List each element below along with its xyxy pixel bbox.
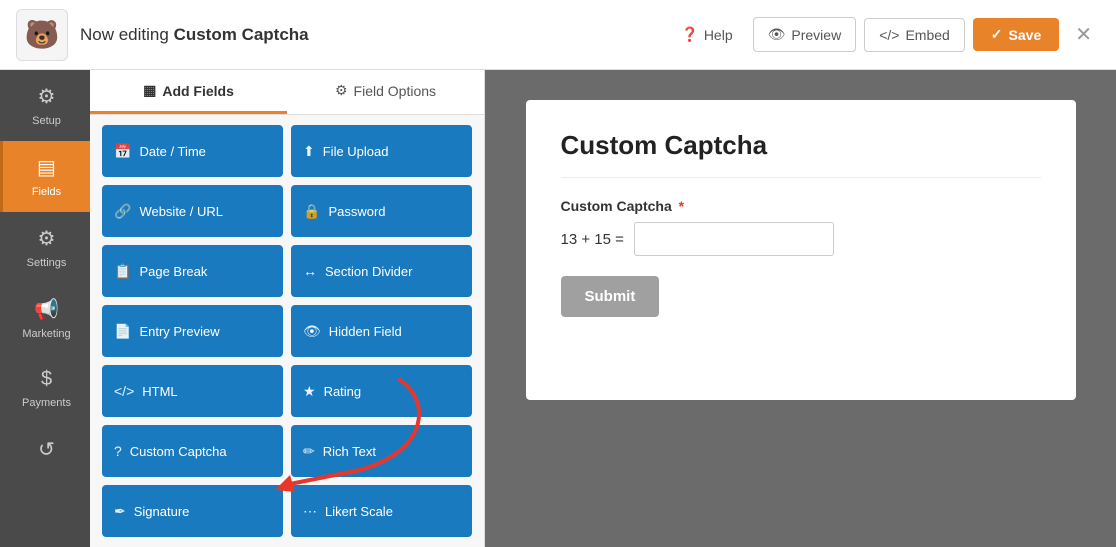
tab-add-fields[interactable]: ▦ Add Fields [90, 70, 287, 114]
field-button-date-time[interactable]: 📅 Date / Time [102, 125, 283, 177]
signature-icon: ✒ [114, 503, 126, 520]
field-button-html[interactable]: </> HTML [102, 365, 283, 417]
header-left: 🐻 Now editing Custom Captcha [16, 9, 309, 61]
preview-button[interactable]: 👁 Preview [753, 17, 857, 52]
sidebar-item-label: Payments [22, 397, 71, 409]
captcha-row: 13 + 15 = [561, 222, 1041, 256]
field-button-website-url[interactable]: 🔗 Website / URL [102, 185, 283, 237]
field-button-rating[interactable]: ★ Rating [291, 365, 472, 417]
close-icon: ✕ [1075, 24, 1092, 46]
captcha-icon: ? [114, 443, 122, 459]
sidebar-item-marketing[interactable]: 📢 Marketing [0, 283, 90, 354]
sidebar-item-settings[interactable]: ⚙ Settings [0, 212, 90, 283]
link-icon: 🔗 [114, 203, 131, 220]
page-break-icon: 📋 [114, 263, 131, 280]
sidebar-item-label: Settings [27, 257, 67, 269]
eye-hidden-icon: 👁 [303, 323, 321, 340]
code-icon: </> [879, 27, 899, 43]
sliders-icon: ⚙ [335, 82, 348, 99]
star-icon: ★ [303, 383, 316, 400]
payments-icon: $ [41, 368, 52, 391]
sidebar-item-label: Setup [32, 115, 61, 127]
preview-area: Custom Captcha Custom Captcha * 13 + 15 … [485, 70, 1116, 547]
sidebar-item-label: Marketing [22, 328, 70, 340]
field-button-section-divider[interactable]: ↔ Section Divider [291, 245, 472, 297]
field-button-rich-text[interactable]: ✏ Rich Text [291, 425, 472, 477]
field-button-file-upload[interactable]: ⬆ File Upload [291, 125, 472, 177]
help-button[interactable]: ❓ Help [669, 18, 744, 51]
grid-icon: ▦ [143, 82, 156, 99]
upload-icon: ⬆ [303, 143, 315, 160]
lock-icon: 🔒 [303, 203, 320, 220]
html-icon: </> [114, 383, 134, 399]
header-right: ❓ Help 👁 Preview </> Embed ✓ Save ✕ [669, 14, 1100, 55]
sidebar-nav: ⚙ Setup ▤ Fields ⚙ Settings 📢 Marketing … [0, 70, 90, 547]
eye-icon: 👁 [768, 26, 786, 43]
tab-field-options[interactable]: ⚙ Field Options [287, 70, 484, 114]
fields-panel: ▦ Add Fields ⚙ Field Options 📅 Date / Ti… [90, 70, 485, 547]
field-label: Custom Captcha * [561, 198, 1041, 214]
form-field-captcha: Custom Captcha * 13 + 15 = [561, 198, 1041, 256]
main-content: ⚙ Setup ▤ Fields ⚙ Settings 📢 Marketing … [0, 70, 1116, 547]
captcha-input[interactable] [634, 222, 834, 256]
save-button[interactable]: ✓ Save [973, 18, 1059, 51]
setup-icon: ⚙ [38, 84, 56, 109]
likert-icon: ⋯ [303, 503, 317, 520]
sidebar-item-fields[interactable]: ▤ Fields [0, 141, 90, 212]
header-title: Now editing Custom Captcha [80, 25, 309, 45]
document-icon: 📄 [114, 323, 131, 340]
history-icon: ↺ [38, 437, 55, 462]
submit-button[interactable]: Submit [561, 276, 660, 317]
captcha-equation: 13 + 15 = [561, 231, 624, 248]
logo: 🐻 [16, 9, 68, 61]
form-card: Custom Captcha Custom Captcha * 13 + 15 … [526, 100, 1076, 400]
sidebar-item-label: Fields [32, 186, 61, 198]
fields-grid: 📅 Date / Time ⬆ File Upload 🔗 Website / … [90, 115, 484, 547]
field-button-page-break[interactable]: 📋 Page Break [102, 245, 283, 297]
sidebar-item-payments[interactable]: $ Payments [0, 354, 90, 423]
embed-button[interactable]: </> Embed [864, 18, 965, 52]
field-button-custom-captcha[interactable]: ? Custom Captcha [102, 425, 283, 477]
calendar-icon: 📅 [114, 143, 131, 160]
fields-icon: ▤ [37, 155, 56, 180]
marketing-icon: 📢 [34, 297, 59, 322]
field-button-signature[interactable]: ✒ Signature [102, 485, 283, 537]
divider-icon: ↔ [303, 263, 317, 279]
question-icon: ❓ [681, 26, 698, 43]
field-button-hidden-field[interactable]: 👁 Hidden Field [291, 305, 472, 357]
field-button-likert-scale[interactable]: ⋯ Likert Scale [291, 485, 472, 537]
edit-icon: ✏ [303, 443, 315, 460]
field-button-entry-preview[interactable]: 📄 Entry Preview [102, 305, 283, 357]
close-button[interactable]: ✕ [1067, 14, 1100, 55]
panel-tabs: ▦ Add Fields ⚙ Field Options [90, 70, 484, 115]
settings-icon: ⚙ [38, 226, 56, 251]
submit-section: Submit [561, 276, 1041, 317]
form-title: Custom Captcha [561, 130, 1041, 178]
sidebar-item-setup[interactable]: ⚙ Setup [0, 70, 90, 141]
field-button-password[interactable]: 🔒 Password [291, 185, 472, 237]
check-icon: ✓ [991, 26, 1003, 43]
app-header: 🐻 Now editing Custom Captcha ❓ Help 👁 Pr… [0, 0, 1116, 70]
sidebar-item-history[interactable]: ↺ [0, 423, 90, 476]
required-indicator: * [679, 198, 684, 214]
